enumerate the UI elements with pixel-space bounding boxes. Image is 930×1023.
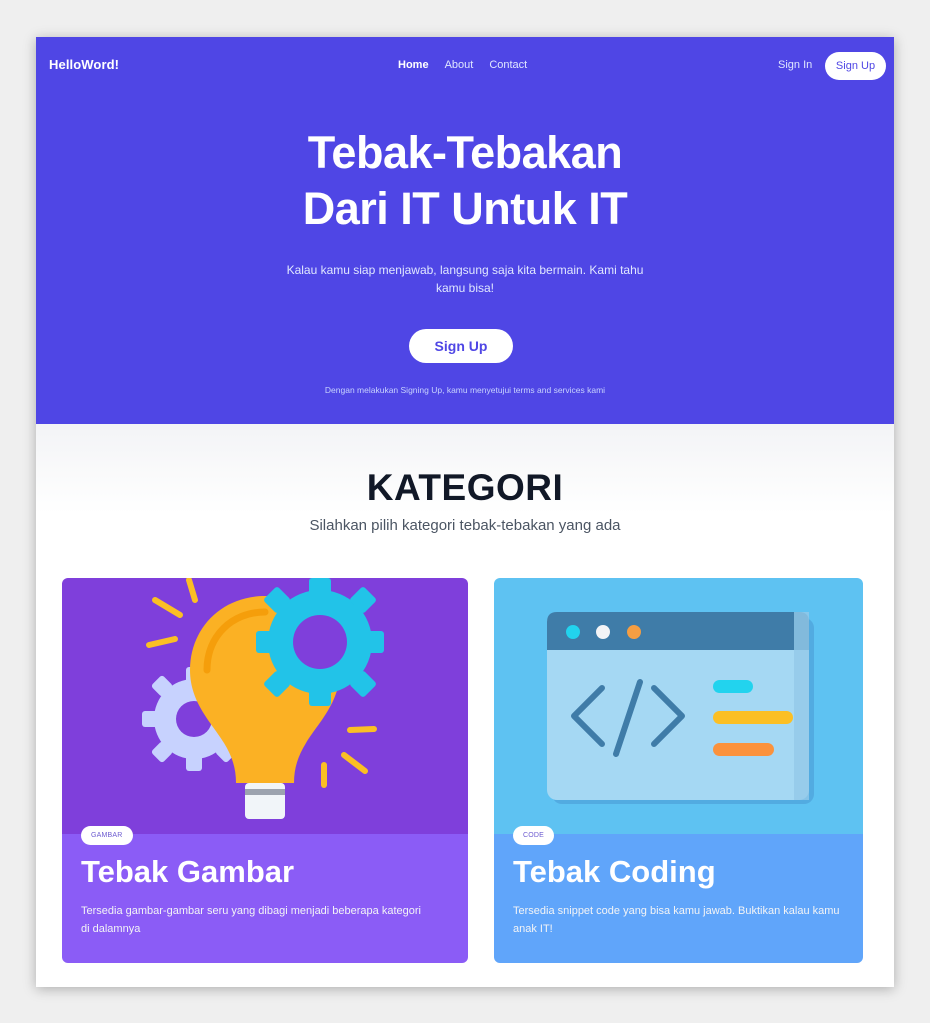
kategori-title: KATEGORI [366,467,564,508]
hero-subtitle: Kalau kamu siap menjawab, langsung saja … [286,263,644,295]
card-tebak-gambar[interactable]: GAMBAR Tebak Gambar Tersedia gambar-gamb… [62,578,468,963]
card-description: Tersedia gambar-gambar seru yang dibagi … [81,905,421,935]
kategori-subtitle: Silahkan pilih kategori tebak-tebakan ya… [309,517,621,534]
card-body: CODE Tebak Coding Tersedia snippet code … [494,826,863,963]
hero-sign-up-button[interactable]: Sign Up [409,329,513,363]
hero-title-line1: Tebak-Tebakan [307,127,623,178]
card-description: Tersedia snippet code yang bisa kamu jaw… [513,905,840,935]
page-container: HelloWord! Home About Contact Sign In Si… [36,37,894,987]
sign-in-link[interactable]: Sign In [778,59,812,71]
hero-title-line2: Dari IT Untuk IT [302,183,628,234]
hero-title: Tebak-Tebakan Dari IT Untuk IT [36,125,894,237]
sign-up-button-header[interactable]: Sign Up [825,52,886,80]
card-tebak-coding[interactable]: CODE Tebak Coding Tersedia snippet code … [494,578,863,963]
hero-section: HelloWord! Home About Contact Sign In Si… [36,37,894,424]
lightbulb-gears-icon [62,578,468,834]
card-title: Tebak Coding [513,854,716,889]
card-badge: GAMBAR [81,826,133,845]
main-nav: Home About Contact [398,59,527,71]
card-title: Tebak Gambar [81,854,295,889]
code-window-icon [494,578,863,834]
brand-logo[interactable]: HelloWord! [49,57,119,72]
card-body: GAMBAR Tebak Gambar Tersedia gambar-gamb… [62,826,468,963]
nav-home-link[interactable]: Home [398,59,429,71]
hero-terms-note: Dengan melakukan Signing Up, kamu menyet… [324,385,606,395]
nav-about-link[interactable]: About [445,59,474,71]
card-badge: CODE [513,826,555,845]
nav-contact-link[interactable]: Contact [489,59,527,71]
